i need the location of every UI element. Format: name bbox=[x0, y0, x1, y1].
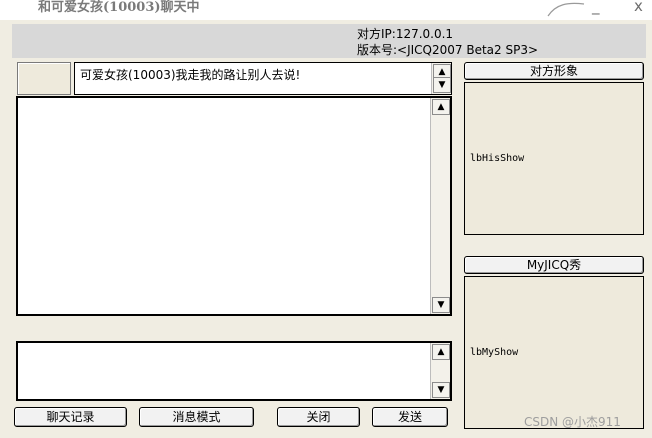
minimize-button[interactable]: _ bbox=[592, 0, 600, 14]
close-window-button[interactable]: x bbox=[634, 0, 643, 14]
title-bar: 和可爱女孩(10003)聊天中 _ x bbox=[0, 0, 652, 20]
decorative-swirl-icon bbox=[547, 2, 585, 17]
watermark: CSDN @小杰911 bbox=[524, 415, 621, 429]
message-input[interactable]: ▲ ▼ bbox=[16, 341, 452, 401]
scroll-down-icon[interactable]: ▼ bbox=[432, 297, 450, 313]
chat-history-button[interactable]: 聊天记录 bbox=[14, 407, 127, 427]
his-show-panel: lbHisShow bbox=[464, 82, 644, 235]
close-button[interactable]: 关闭 bbox=[277, 407, 360, 427]
scroll-down-icon[interactable]: ▼ bbox=[433, 77, 451, 93]
my-show-label: lbMyShow bbox=[470, 347, 519, 358]
peer-ip-text: 对方IP:127.0.0.1 bbox=[357, 27, 454, 41]
signature-scrollbar[interactable]: ▲ ▼ bbox=[431, 63, 451, 94]
signature-box[interactable]: 可爱女孩(10003)我走我的路让别人去说! ▲ ▼ bbox=[74, 62, 452, 95]
chat-history-area[interactable]: ▲ ▼ bbox=[16, 96, 452, 316]
my-show-button[interactable]: MyJICQ秀 bbox=[464, 256, 644, 274]
peer-avatar bbox=[17, 62, 71, 95]
signature-text: 可爱女孩(10003)我走我的路让别人去说! bbox=[80, 68, 301, 82]
message-input-scrollbar[interactable]: ▲ ▼ bbox=[430, 343, 450, 399]
his-show-label: lbHisShow bbox=[470, 153, 525, 164]
scroll-up-icon[interactable]: ▲ bbox=[432, 344, 450, 360]
chat-history-scrollbar[interactable]: ▲ ▼ bbox=[430, 98, 450, 314]
his-image-button[interactable]: 对方形象 bbox=[464, 62, 644, 80]
window-title: 和可爱女孩(10003)聊天中 bbox=[38, 0, 200, 15]
peer-info-panel: 对方IP:127.0.0.1 版本号:<JICQ2007 Beta2 SP3> bbox=[12, 24, 646, 58]
scroll-down-icon[interactable]: ▼ bbox=[432, 382, 450, 398]
my-show-panel: lbMyShow bbox=[464, 276, 644, 429]
scroll-up-icon[interactable]: ▲ bbox=[432, 99, 450, 115]
message-mode-button[interactable]: 消息模式 bbox=[139, 407, 254, 427]
send-button[interactable]: 发送 bbox=[372, 407, 448, 427]
version-text: 版本号:<JICQ2007 Beta2 SP3> bbox=[357, 43, 539, 57]
